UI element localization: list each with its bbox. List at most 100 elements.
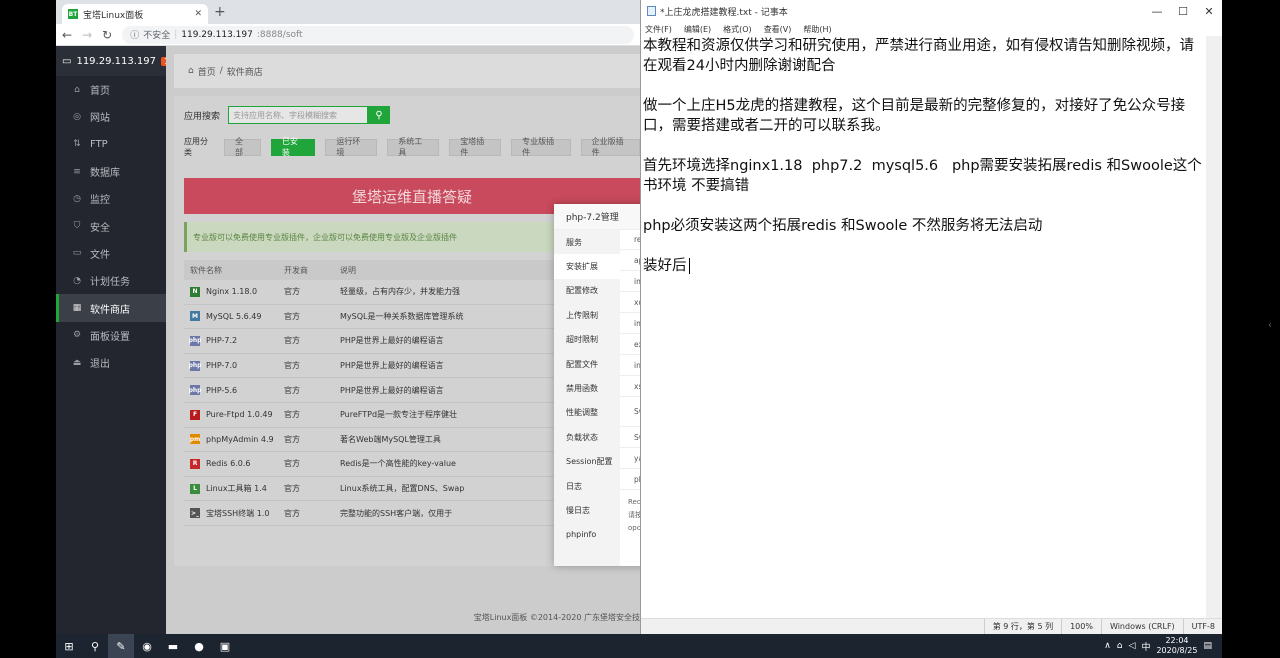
dialog-nav-item[interactable]: 上传限制 [554,303,620,327]
dialog-nav-item[interactable]: 安装扩展 [554,254,620,279]
search-button[interactable]: ⚲ [368,106,391,124]
search-icon[interactable]: ⚲ [82,634,108,658]
software-name[interactable]: PHP-7.0 [206,361,237,370]
windows-start-icon[interactable]: ⊞ [56,634,82,658]
sidebar-item[interactable]: ⇅ FTP [56,131,166,158]
home-icon[interactable]: ⌂ [188,66,194,76]
notepad-menu-item[interactable]: 编辑(E) [684,24,711,35]
sidebar-item[interactable]: ◷ 监控 [56,185,166,212]
app-icon[interactable]: ▣ [212,634,238,658]
search-input[interactable]: 支持应用名称、字段模糊搜索 [228,106,369,124]
sidebar-item[interactable]: ◎ 网站 [56,103,166,130]
software-name[interactable]: Pure-Ftpd 1.0.49 [206,410,273,419]
info-icon[interactable]: ⓘ [130,28,139,41]
category-button[interactable]: 运行环境 [325,137,378,157]
sidebar-item[interactable]: ⛉ 安全 [56,212,166,239]
sidebar-server[interactable]: ▭ 119.29.113.197 1 [56,46,173,76]
breadcrumb-home[interactable]: 首页 [198,65,216,78]
dialog-nav-item[interactable]: 禁用函数 [554,376,620,400]
monitor-icon: ▭ [62,55,72,67]
sidebar-item[interactable]: ⚙ 面板设置 [56,322,166,349]
software-name[interactable]: PHP-7.2 [206,336,237,345]
dialog-nav-item[interactable]: 负载状态 [554,425,620,449]
category-button[interactable]: 已安装 [270,137,316,157]
software-dev: 官方 [284,311,300,321]
file-explorer-icon[interactable]: ▬ [160,634,186,658]
back-icon[interactable]: ← [62,28,72,42]
dialog-nav-item[interactable]: Session配置 [554,450,620,474]
vertical-scrollbar[interactable] [1206,36,1222,618]
browser-tab[interactable]: BT 宝塔Linux面板 ✕ [62,4,208,24]
dialog-nav-item[interactable]: 配置文件 [554,352,620,376]
software-name-cell[interactable]: php PHP-5.6 [184,385,284,396]
dialog-nav-item[interactable]: 服务 [554,230,620,254]
search-row: 应用搜索 支持应用名称、字段模糊搜索 ⚲ [184,106,391,124]
software-name[interactable]: phpMyAdmin 4.9 [206,435,274,444]
sidebar-item-label: 文件 [90,249,110,261]
sidebar-item-label: 计划任务 [90,277,130,289]
dialog-nav-item[interactable]: 慢日志 [554,498,620,522]
notepad-menu-item[interactable]: 帮助(H) [803,24,831,35]
dialog-nav-item[interactable]: 配置修改 [554,279,620,303]
dialog-nav-item[interactable]: 日志 [554,474,620,498]
chevron-up-icon[interactable]: ∧ [1104,641,1111,651]
software-name-cell[interactable]: R Redis 6.0.6 [184,458,284,469]
software-name-cell[interactable]: php PHP-7.2 [184,335,284,346]
sidebar-item[interactable]: ◔ 计划任务 [56,267,166,294]
chrome-icon[interactable]: ◉ [134,634,160,658]
software-name[interactable]: MySQL 5.6.49 [206,312,261,321]
breadcrumb: ⌂ 首页 / 软件商店 [174,54,640,88]
sidebar-item[interactable]: ⌂ 首页 [56,76,166,103]
notepad-task-icon[interactable]: ✎ [108,634,134,658]
software-name-cell[interactable]: pm phpMyAdmin 4.9 [184,434,284,445]
minimize-icon[interactable]: — [1144,5,1170,18]
ftp-icon: ⇅ [73,139,81,150]
sidebar-item[interactable]: ≡ 数据库 [56,158,166,185]
notepad-editor[interactable]: 本教程和资源仅供学习和研究使用，严禁进行商业用途，如有侵权请告知删除视频，请在观… [643,36,1205,618]
software-name[interactable]: 宝塔SSH终端 1.0 [206,508,269,519]
dialog-nav-item[interactable]: phpinfo [554,523,620,547]
clock[interactable]: 22:04 2020/8/25 [1156,636,1197,656]
software-name[interactable]: Linux工具箱 1.4 [206,483,267,494]
notepad-menu-item[interactable]: 查看(V) [764,24,792,35]
software-name-cell[interactable]: php PHP-7.0 [184,360,284,371]
forward-icon[interactable]: → [82,28,92,42]
address-bar[interactable]: ⓘ 不安全 | 119.29.113.197:8888/soft [122,25,634,44]
notification-icon[interactable]: ▤ [1203,641,1212,651]
ime-indicator[interactable]: 中 [1141,640,1150,653]
software-name[interactable]: Redis 6.0.6 [206,459,251,468]
maximize-icon[interactable]: ☐ [1170,5,1196,18]
sidebar-item[interactable]: ⏏ 退出 [56,349,166,376]
chevron-left-icon[interactable]: ‹ [1268,320,1272,331]
wechat-icon[interactable]: ● [186,634,212,658]
close-icon[interactable]: ✕ [194,9,202,19]
volume-icon[interactable]: ◁ [1129,641,1136,651]
dialog-nav-item[interactable]: 性能调整 [554,401,620,425]
software-name-cell[interactable]: >_ 宝塔SSH终端 1.0 [184,508,284,519]
new-tab-icon[interactable]: + [214,4,226,20]
dialog-nav-item[interactable]: 超时限制 [554,328,620,352]
software-name-cell[interactable]: L Linux工具箱 1.4 [184,483,284,494]
cursor-position: 第 9 行，第 5 列 [983,618,1061,634]
sidebar-item[interactable]: ▭ 文件 [56,240,166,267]
category-button[interactable]: 系统工具 [387,137,440,157]
software-name-cell[interactable]: M MySQL 5.6.49 [184,311,284,322]
notepad-menu-item[interactable]: 格式(O) [723,24,752,35]
software-name-cell[interactable]: N Nginx 1.18.0 [184,286,284,297]
software-icon: N [190,286,200,297]
category-button[interactable]: 全部 [223,137,261,157]
window-controls: — ☐ ✕ [1144,5,1222,18]
category-label: 应用分类 [184,137,208,157]
software-name[interactable]: Nginx 1.18.0 [206,287,257,296]
reload-icon[interactable]: ↻ [102,28,112,42]
notepad-menu-item[interactable]: 文件(F) [645,24,672,35]
globe-icon: ◎ [73,111,81,122]
sidebar-item[interactable]: ▦ 软件商店 [56,294,166,322]
category-button[interactable]: 企业版插件 [580,137,641,157]
category-button[interactable]: 宝塔插件 [449,137,502,157]
software-name-cell[interactable]: F Pure-Ftpd 1.0.49 [184,409,284,420]
network-icon[interactable]: ⌂ [1117,641,1123,651]
software-name[interactable]: PHP-5.6 [206,386,237,395]
close-icon[interactable]: ✕ [1196,5,1222,18]
category-button[interactable]: 专业版插件 [511,137,571,157]
